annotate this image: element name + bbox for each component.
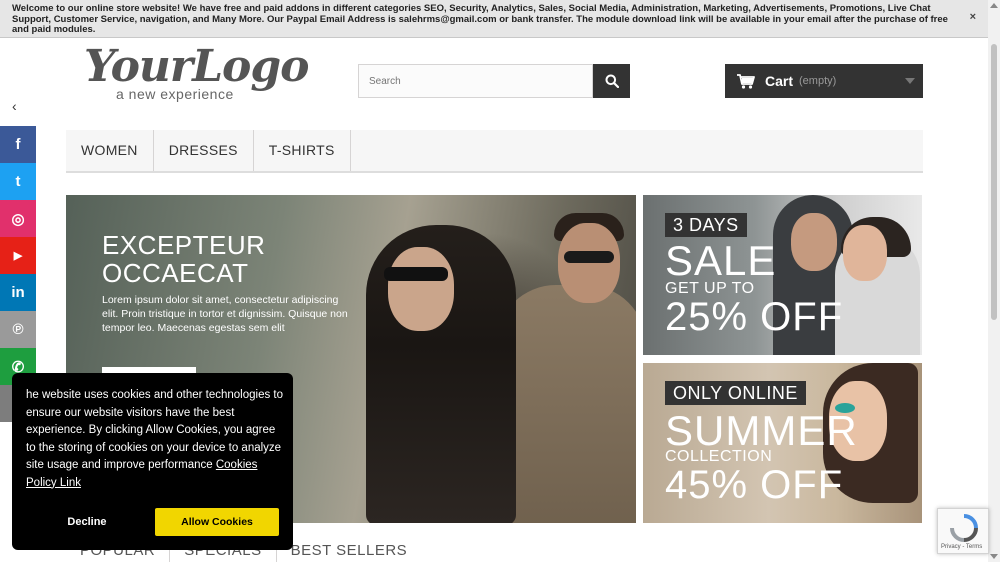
decline-button[interactable]: Decline	[42, 508, 132, 536]
promo-discount: 25% OFF	[665, 295, 844, 339]
hero-model-man	[496, 285, 636, 523]
promo-headline: SUMMER	[665, 407, 858, 454]
recaptcha-links[interactable]: Privacy - Terms	[941, 544, 982, 550]
cart-label: Cart	[765, 73, 794, 89]
twitter-icon[interactable]: t	[0, 163, 36, 200]
menu-item-dresses[interactable]: DRESSES	[154, 130, 254, 171]
hero-model-man-sunglasses	[564, 251, 614, 263]
cookie-message: he website uses cookies and other techno…	[26, 387, 283, 492]
pinterest-icon[interactable]: ℗	[0, 311, 36, 348]
close-icon[interactable]: ×	[970, 12, 976, 23]
search-input[interactable]	[358, 64, 593, 98]
cart-button[interactable]: Cart (empty)	[725, 64, 923, 98]
promo-banner-summer[interactable]: ONLY ONLINE SUMMER COLLECTION 45% OFF	[643, 363, 922, 523]
menu-item-t-shirts[interactable]: T-SHIRTS	[254, 130, 351, 171]
promo-model-man-face	[791, 213, 837, 271]
promo-banner-sale[interactable]: 3 DAYS SALE GET UP TO 25% OFF	[643, 195, 922, 355]
logo-tagline: a new experience	[116, 86, 234, 102]
search-button[interactable]	[593, 64, 630, 98]
recaptcha-icon	[950, 514, 978, 542]
promo-discount: 45% OFF	[665, 463, 844, 507]
store-notice-text: Welcome to our online store website! We …	[12, 3, 948, 35]
promo-model-woman-face	[843, 225, 887, 281]
youtube-icon[interactable]: ▶	[0, 237, 36, 274]
facebook-icon[interactable]: f	[0, 126, 36, 163]
tab-best-sellers[interactable]: BEST SELLERS	[277, 540, 422, 562]
chevron-down-icon	[905, 78, 915, 84]
logo-wordmark: YourLogo	[84, 41, 310, 92]
linkedin-icon[interactable]: in	[0, 274, 36, 311]
scrollbar-thumb[interactable]	[991, 44, 997, 320]
promo-badge: ONLY ONLINE	[665, 381, 806, 405]
allow-cookies-button[interactable]: Allow Cookies	[155, 508, 279, 536]
chevron-left-icon[interactable]: ‹	[12, 98, 17, 114]
recaptcha-badge[interactable]: Privacy - Terms	[937, 508, 989, 554]
hero-model-woman-face	[388, 247, 454, 331]
menu-item-women[interactable]: WOMEN	[66, 130, 154, 171]
page-scrollbar[interactable]	[988, 0, 1000, 562]
hero-model-woman-sunglasses	[384, 267, 448, 281]
promo-badge: 3 DAYS	[665, 213, 747, 237]
scroll-down-arrow-icon[interactable]	[990, 554, 998, 559]
shopping-cart-icon	[737, 73, 755, 89]
cookie-consent-popup: he website uses cookies and other techno…	[12, 373, 293, 550]
hero-title: EXCEPTEUR OCCAECAT	[102, 230, 266, 288]
hero-model-man-face	[558, 223, 620, 303]
promo-headline: SALE	[665, 237, 777, 284]
instagram-icon[interactable]: ◎	[0, 200, 36, 237]
scroll-up-arrow-icon[interactable]	[990, 3, 998, 8]
store-notice-bar: Welcome to our online store website! We …	[0, 0, 988, 38]
search-bar	[358, 64, 630, 98]
main-menu: WOMEN DRESSES T-SHIRTS	[66, 130, 923, 173]
cart-status: (empty)	[799, 75, 837, 87]
store-logo[interactable]: YourLogo a new experience	[84, 41, 310, 106]
hero-description: Lorem ipsum dolor sit amet, consectetur …	[102, 294, 348, 334]
search-icon	[605, 74, 619, 88]
